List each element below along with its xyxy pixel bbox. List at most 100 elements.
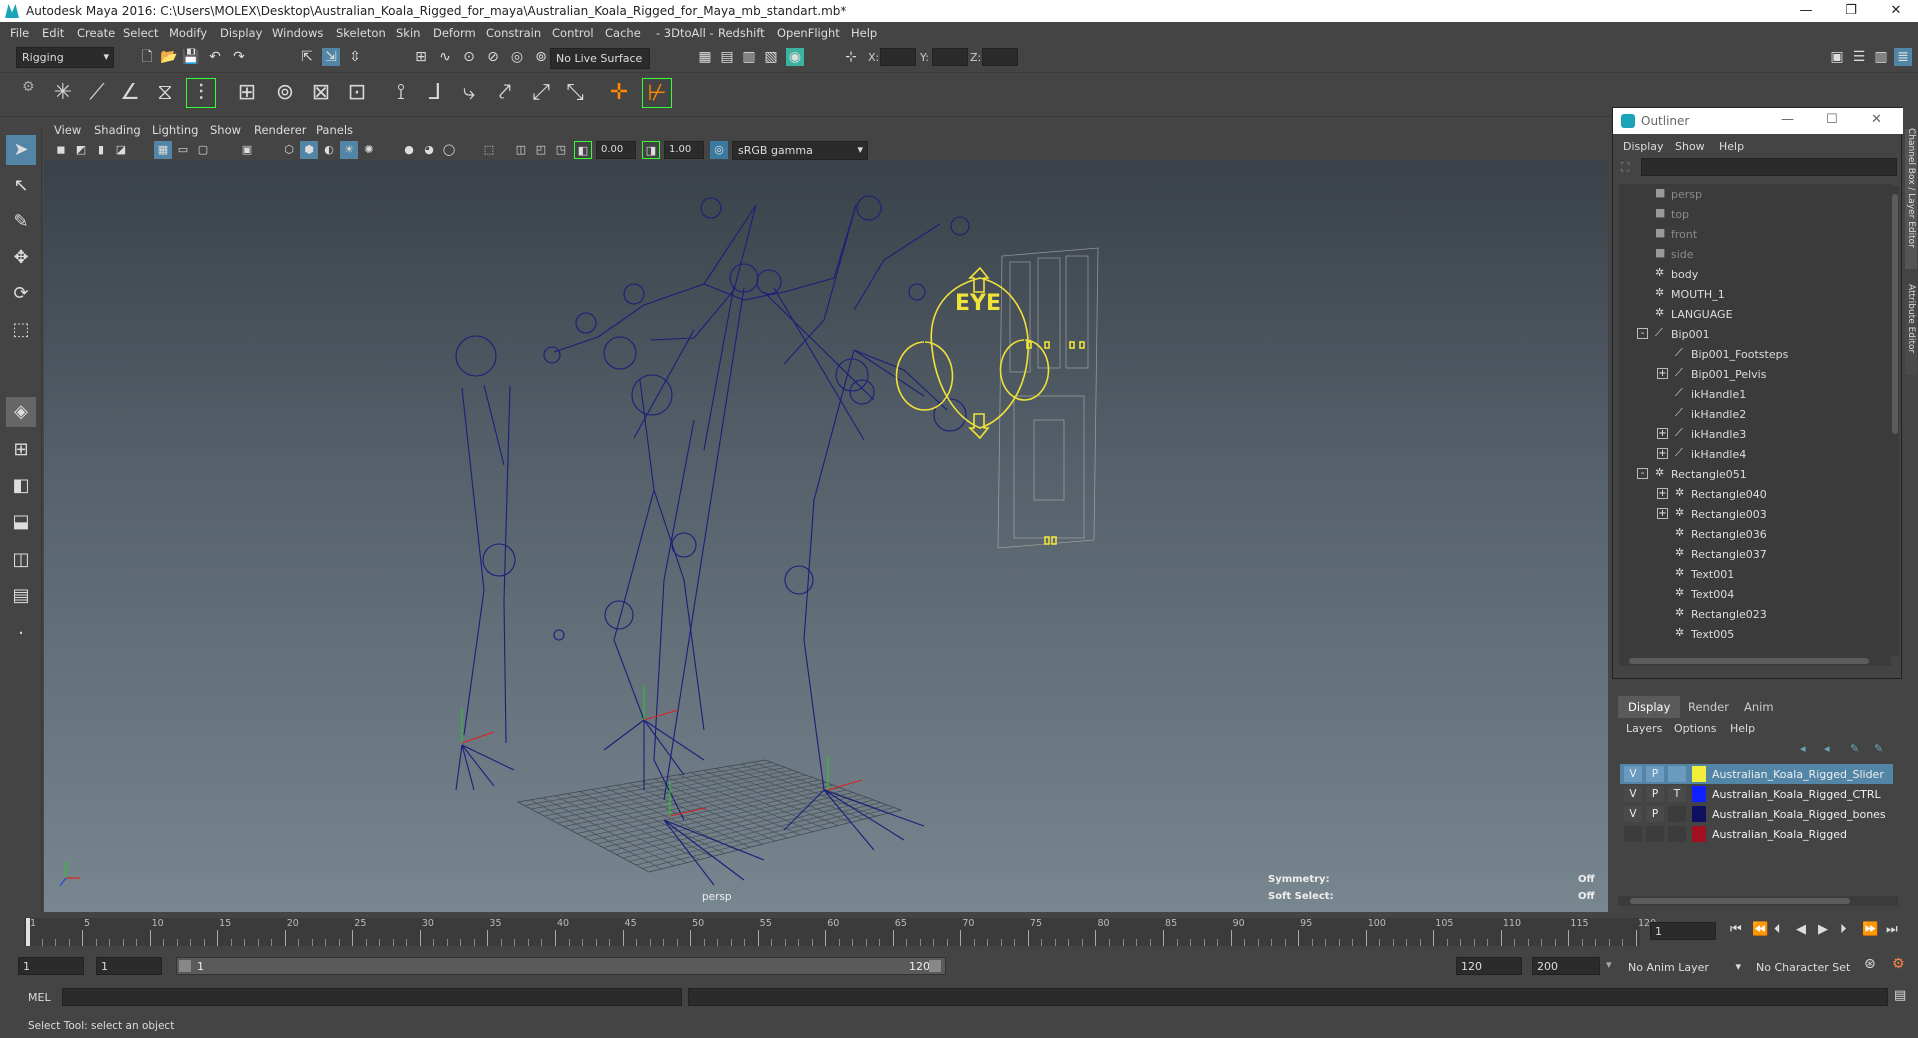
outliner-item[interactable]: ⟋ ikHandle2 — [1619, 404, 1889, 424]
playback-prefs-icon[interactable]: ⚙ — [1892, 956, 1905, 972]
exposure-field[interactable]: 0.00 — [596, 141, 636, 159]
antialias-icon[interactable]: ◯ — [440, 141, 458, 159]
layer-color-swatch[interactable] — [1692, 786, 1706, 802]
layer-playback-toggle[interactable]: P — [1646, 766, 1664, 782]
layer-hscroll-thumb[interactable] — [1630, 898, 1850, 904]
menu-deform[interactable]: Deform — [433, 26, 476, 40]
outliner-item[interactable]: ✲ body — [1619, 264, 1889, 284]
menu-create[interactable]: Create — [77, 26, 115, 40]
snap-live-icon[interactable]: ⊚ — [532, 48, 550, 66]
live-surface-field[interactable]: No Live Surface — [550, 48, 650, 69]
ipr-render-icon[interactable]: ▥ — [740, 48, 758, 66]
side-by-side-icon[interactable]: ◧ — [6, 471, 36, 501]
menu-modify[interactable]: Modify — [169, 26, 207, 40]
mel-input[interactable] — [62, 988, 682, 1006]
modeling-toolkit-icon[interactable]: ▣ — [1828, 48, 1846, 66]
vp-menu-shading[interactable]: Shading — [94, 123, 141, 137]
vp-menu-view[interactable]: View — [54, 123, 81, 137]
outliner-maximize-icon[interactable]: ☐ — [1826, 112, 1838, 127]
bind-skin-icon[interactable]: ⫶ — [186, 78, 216, 108]
outliner-hscroll-thumb[interactable] — [1629, 658, 1869, 664]
layout-more-icon[interactable]: · — [6, 619, 36, 649]
menu-help[interactable]: Help — [851, 26, 877, 40]
select-object-icon[interactable]: ⇲ — [322, 48, 340, 66]
layer-visibility-toggle[interactable] — [1624, 826, 1642, 842]
layer-menu-layers[interactable]: Layers — [1626, 722, 1662, 735]
current-time-marker[interactable] — [26, 918, 30, 946]
persp-outliner-icon[interactable]: ◫ — [6, 545, 36, 575]
new-scene-icon[interactable]: 🗋 — [138, 48, 156, 66]
expand-icon[interactable]: + — [1657, 448, 1668, 459]
menu-openflight[interactable]: OpenFlight — [777, 26, 840, 40]
vp-menu-lighting[interactable]: Lighting — [152, 123, 198, 137]
layer-type-toggle[interactable]: T — [1668, 786, 1686, 802]
pole-vector-icon[interactable]: ⤡ — [560, 78, 590, 108]
outliner-item[interactable]: - ✲ Rectangle051 — [1619, 464, 1889, 484]
snap-grid-icon[interactable]: ⊞ — [412, 48, 430, 66]
outliner-vscroll[interactable] — [1891, 186, 1899, 656]
outliner-item[interactable]: ✲ Rectangle023 — [1619, 604, 1889, 624]
lattice-icon[interactable]: ⊚ — [270, 78, 300, 108]
locator-icon[interactable]: ✛ — [604, 78, 634, 108]
anim-layer-dropdown[interactable]: No Anim Layer ▾ — [1622, 957, 1744, 978]
layer-row[interactable]: V P T Australian_Koala_Rigged_CTRL — [1620, 784, 1893, 804]
layer-menu-help[interactable]: Help — [1730, 722, 1755, 735]
outliner-layout-icon[interactable]: ▤ — [6, 581, 36, 611]
menu-redshift[interactable]: Redshift — [718, 26, 765, 40]
film-gate-icon[interactable]: ▭ — [174, 141, 192, 159]
outliner-item[interactable]: + ✲ Rectangle003 — [1619, 504, 1889, 524]
resolution-gate-icon[interactable]: ▢ — [194, 141, 212, 159]
layer-row[interactable]: V P Australian_Koala_Rigged_bones — [1620, 804, 1893, 824]
outliner-item[interactable]: ✲ Text001 — [1619, 564, 1889, 584]
menu-file[interactable]: File — [10, 26, 29, 40]
colorspace-dropdown[interactable]: sRGB gamma ▾ — [732, 141, 868, 160]
range-bar[interactable]: 1 120 — [176, 957, 946, 975]
joint-tool-icon[interactable]: ✳ — [48, 78, 78, 108]
vp-menu-panels[interactable]: Panels — [316, 123, 353, 137]
outliner-vscroll-thumb[interactable] — [1892, 194, 1898, 434]
new-layer-selected-icon[interactable]: ✎ — [1874, 742, 1883, 755]
channel-box-toggle-icon[interactable]: ≣ — [1894, 48, 1912, 66]
color-management-icon[interactable]: ◎ — [710, 141, 728, 159]
anim-start-field[interactable]: 1 — [18, 957, 84, 975]
shadows-icon[interactable]: ✺ — [360, 141, 378, 159]
render-frame-icon[interactable]: ▤ — [718, 48, 736, 66]
scale-tool-icon[interactable]: ⬚ — [6, 315, 36, 345]
mirror-joint-icon[interactable]: ⧖ — [150, 78, 180, 108]
step-forward-key-icon[interactable]: ⏩ — [1862, 922, 1878, 937]
wrap-icon[interactable]: ⊡ — [342, 78, 372, 108]
gamma-icon[interactable]: ◨ — [642, 141, 660, 159]
outliner-item[interactable]: ■ top — [1619, 204, 1889, 224]
four-view-icon[interactable]: ⊞ — [6, 435, 36, 465]
redo-icon[interactable]: ↷ — [230, 48, 248, 66]
paint-weights-icon[interactable]: ⊞ — [232, 78, 262, 108]
menu-constrain[interactable]: Constrain — [486, 26, 541, 40]
outliner-search-field[interactable] — [1641, 158, 1897, 176]
mode-dropdown[interactable]: Rigging ▾ — [16, 47, 114, 68]
layer-tab-display[interactable]: Display — [1618, 696, 1681, 718]
y-field[interactable] — [932, 48, 968, 66]
outliner-item[interactable]: + ⟋ Bip001_Pelvis — [1619, 364, 1889, 384]
menu-select[interactable]: Select — [123, 26, 158, 40]
layer-color-swatch[interactable] — [1692, 766, 1706, 782]
single-view-icon[interactable]: ◈ — [6, 397, 36, 427]
select-tool-icon[interactable]: ➤ — [6, 135, 36, 165]
play-forwards-icon[interactable]: ▶ — [1818, 922, 1828, 937]
mel-label[interactable]: MEL — [28, 991, 51, 1004]
layer-playback-toggle[interactable]: P — [1646, 806, 1664, 822]
snap-view-icon[interactable]: ◎ — [508, 48, 526, 66]
tool-settings-icon[interactable]: ▥ — [1872, 48, 1890, 66]
step-forward-frame-icon[interactable]: ⏵ — [1840, 922, 1847, 937]
ik-spline-icon[interactable]: ∠ — [115, 78, 145, 108]
layer-playback-toggle[interactable]: P — [1646, 786, 1664, 802]
auto-key-icon[interactable]: ⊛ — [1864, 956, 1876, 972]
lights-icon[interactable]: ☀ — [340, 141, 358, 159]
camera-select-icon[interactable]: ◼ — [52, 141, 70, 159]
xray-components-icon[interactable]: ◳ — [552, 141, 570, 159]
snap-projected-icon[interactable]: ⊘ — [484, 48, 502, 66]
bookmark-icon[interactable]: ▮ — [92, 141, 110, 159]
menu-control[interactable]: Control — [552, 26, 594, 40]
attribute-editor-tab[interactable]: Attribute Editor — [1905, 284, 1917, 375]
time-slider[interactable]: 1 5 10 15 20 25 30 35 40 45 50 55 60 65 70 75 80 85 90 95 10… — [0, 912, 1918, 950]
rotate-tool-icon[interactable]: ⟳ — [6, 279, 36, 309]
